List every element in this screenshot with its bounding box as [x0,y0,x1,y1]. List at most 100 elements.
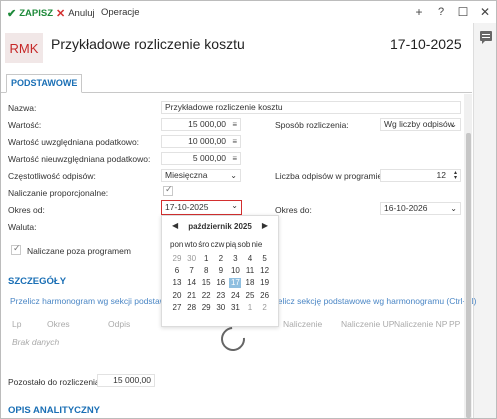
chevron-down-icon: ⌄ [230,171,237,180]
calendar-day[interactable]: 27 [171,303,183,313]
chat-icon[interactable] [480,31,492,44]
frequency-select[interactable]: Miesięczna ⌄ [161,169,241,182]
close-icon: ✕ [56,8,66,20]
calendar-day[interactable]: 19 [259,278,271,288]
currency-label: Waluta: [8,222,37,232]
calendar-day[interactable]: 6 [171,266,183,276]
remaining-value: 15 000,00 [97,374,155,387]
method-select[interactable]: Wg liczby odpisów ⌄ [380,118,461,131]
next-month-icon[interactable]: ▶ [262,221,268,230]
calendar-day[interactable]: 4 [244,254,256,264]
help-icon[interactable]: ? [434,5,448,19]
chevron-down-icon[interactable]: ⌄ [231,201,238,211]
date-picker-header: ◀ październik 2025 ▶ [162,218,278,234]
scrollbar-thumb[interactable] [466,133,471,418]
calendar-day[interactable]: 12 [259,266,271,276]
calendar-day[interactable]: 31 [229,303,241,313]
calendar-day[interactable]: 29 [171,254,183,264]
calculator-icon[interactable]: ≡ [232,119,237,130]
calendar-day[interactable]: 1 [244,303,256,313]
col-lp[interactable]: Lp [12,319,21,329]
calendar-day[interactable]: 17 [229,278,242,289]
calendar-day[interactable]: 21 [186,291,198,301]
date-picker[interactable]: ◀ październik 2025 ▶ pon wto śro czw pią… [161,215,279,327]
close-window-icon[interactable]: ✕ [478,5,492,19]
calendar-day[interactable]: 11 [244,266,256,276]
proportional-label: Naliczanie proporcjonalne: [8,188,109,198]
chevron-down-icon: ⌄ [450,204,457,213]
calendar-day[interactable]: 22 [200,291,212,301]
col-pp[interactable]: PP [449,319,460,329]
check-icon: ✔ [7,8,17,20]
calendar-day[interactable]: 9 [215,266,227,276]
calendar-day[interactable]: 10 [229,266,241,276]
stepper-icon[interactable]: ▴ ▾ [454,170,457,181]
calendar-day[interactable]: 14 [186,278,198,288]
col-period[interactable]: Okres [47,319,70,329]
calendar-day[interactable]: 23 [215,291,227,301]
calendar-day[interactable]: 13 [171,278,183,288]
col-accrual[interactable]: Naliczenie [283,319,322,329]
page-title: Przykładowe rozliczenie kosztu [51,36,245,52]
window: ✔ ZAPISZ ✕ Anuluj Operacje + ? ☐ ✕ RMK P… [0,0,497,419]
count-label: Liczba odpisów w programie: [275,171,385,181]
module-logo: RMK [5,33,43,63]
calendar-day[interactable]: 30 [186,254,198,264]
add-icon[interactable]: + [412,5,426,19]
chevron-down-icon: ⌄ [450,120,457,129]
calendar-day[interactable]: 5 [259,254,271,264]
calculator-icon[interactable]: ≡ [232,136,237,147]
days-of-week: pon wto śro czw pią sob nie [170,240,263,249]
method-label: Sposób rozliczenia: [275,120,349,130]
remaining-label: Pozostało do rozliczenia: [8,377,103,387]
calendar-day[interactable]: 2 [259,303,271,313]
calendar-day[interactable]: 25 [244,291,256,301]
outside-program-label: Naliczane poza programem [27,246,131,256]
right-sidebar [473,23,496,418]
calculator-icon[interactable]: ≡ [232,153,237,164]
outside-program-checkbox[interactable] [11,243,21,255]
month-title[interactable]: październik 2025 [162,222,278,231]
calendar-day[interactable]: 16 [215,278,227,288]
period-from-label: Okres od: [8,205,45,215]
cancel-button[interactable]: ✕ Anuluj [56,7,95,20]
details-section-title: SZCZEGÓŁY [8,276,67,287]
document-date: 17-10-2025 [390,36,462,52]
empty-table-text: Brak danych [12,337,60,347]
loading-spinner-icon [216,322,250,356]
calendar-day[interactable]: 26 [259,291,271,301]
save-button[interactable]: ✔ ZAPISZ [7,7,53,20]
period-to-label: Okres do: [275,205,312,215]
tax-included-field[interactable]: 10 000,00 ≡ [161,135,241,148]
tab-basic[interactable]: PODSTAWOWE [6,74,83,93]
col-accrual-up[interactable]: Naliczenie UP [341,319,394,329]
name-field[interactable]: Przykładowe rozliczenie kosztu [161,101,461,114]
calendar-day[interactable]: 7 [186,266,198,276]
tax-included-label: Wartość uwzględniana podatkowo: [8,137,140,147]
calendar-day[interactable]: 29 [200,303,212,313]
calendar-day[interactable]: 30 [215,303,227,313]
col-writeoff[interactable]: Odpis [108,319,130,329]
period-to-field[interactable]: 16-10-2026 ⌄ [380,202,461,215]
calendar-day[interactable]: 2 [215,254,227,264]
value-field[interactable]: 15 000,00 ≡ [161,118,241,131]
calendar-day[interactable]: 1 [200,254,212,264]
calendar-day[interactable]: 20 [171,291,183,301]
calendar-day[interactable]: 15 [200,278,212,288]
count-stepper[interactable]: 12 ▴ ▾ [380,169,461,182]
period-from-field[interactable]: 17-10-2025 ⌄ [161,200,242,215]
tax-excluded-label: Wartość nieuwzględniana podatkowo: [8,154,151,164]
maximize-icon[interactable]: ☐ [456,5,470,19]
calendar-day[interactable]: 24 [229,291,241,301]
tax-excluded-field[interactable]: 5 000,00 ≡ [161,152,241,165]
operations-menu[interactable]: Operacje [101,7,140,18]
calendar-day[interactable]: 3 [229,254,241,264]
proportional-checkbox[interactable] [163,184,173,196]
calendar-day[interactable]: 28 [186,303,198,313]
col-accrual-np[interactable]: Naliczenie NP [394,319,447,329]
calendar-day[interactable]: 18 [244,278,256,288]
recalculate-basic-link[interactable]: Przelicz sekcję podstawowe wg harmonogra… [265,296,476,306]
calendar-day[interactable]: 8 [200,266,212,276]
recalculate-schedule-link[interactable]: Przelicz harmonogram wg sekcji podstawow… [10,296,183,306]
analytics-section-title: OPIS ANALITYCZNY [8,405,101,416]
